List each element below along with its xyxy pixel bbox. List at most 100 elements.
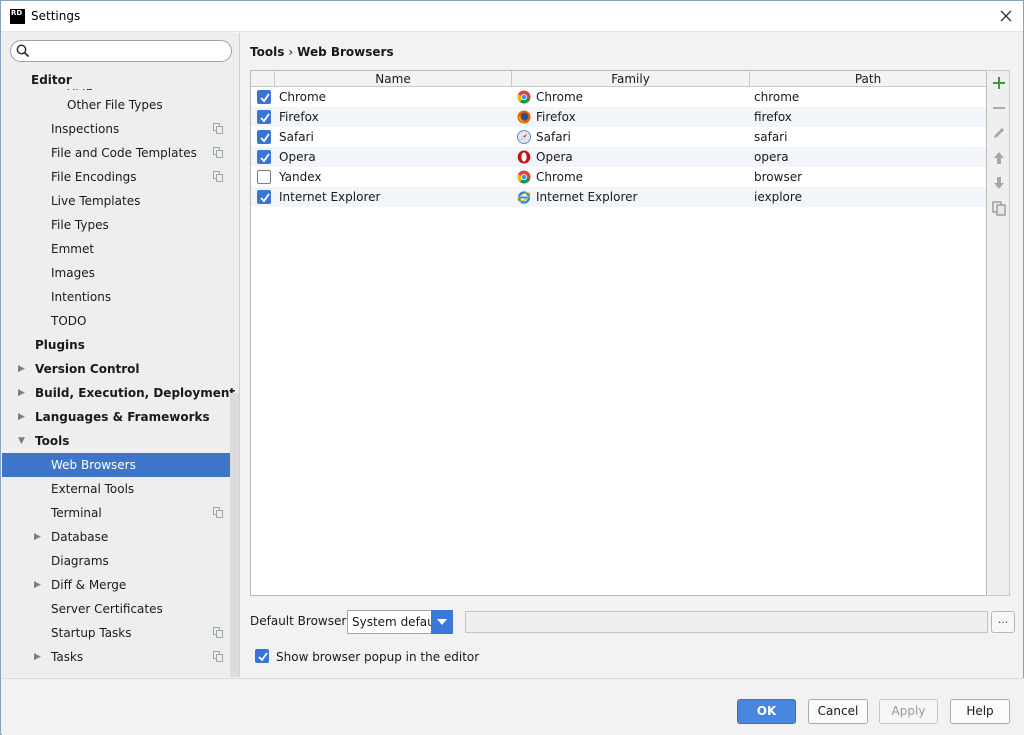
table-row[interactable]: Safari Safari safari (251, 127, 986, 147)
browser-path-cell[interactable]: opera (754, 147, 789, 167)
sidebar-item-file-and-code-templates[interactable]: File and Code Templates (2, 141, 239, 165)
column-header-path[interactable]: Path (750, 71, 986, 87)
sidebar-item-external-tools[interactable]: External Tools (2, 477, 239, 501)
browser-active-checkbox[interactable] (257, 190, 271, 204)
browser-family-cell[interactable]: Internet Explorer (536, 187, 637, 207)
sidebar-item-languages-frameworks[interactable]: ▶ Languages & Frameworks (2, 405, 239, 429)
table-toolbar (988, 70, 1010, 596)
sidebar-item-label: Startup Tasks (51, 626, 132, 640)
sidebar-item-terminal[interactable]: Terminal (2, 501, 239, 525)
column-header-family[interactable]: Family (512, 71, 750, 87)
sidebar-item-file-types[interactable]: File Types (2, 213, 239, 237)
browser-path-cell[interactable]: iexplore (754, 187, 802, 207)
browser-path-cell[interactable]: chrome (754, 87, 799, 107)
collapsed-arrow-icon[interactable]: ▶ (34, 573, 41, 597)
default-browser-select[interactable]: System default (347, 610, 453, 634)
sidebar-item-startup-tasks[interactable]: Startup Tasks (2, 621, 239, 645)
cancel-button[interactable]: Cancel (808, 699, 868, 724)
title-bar: RD Settings (1, 1, 1023, 32)
sidebar-item-version-control[interactable]: ▶ Version Control (2, 357, 239, 381)
collapsed-arrow-icon[interactable]: ▶ (34, 525, 41, 549)
copy-icon[interactable] (991, 200, 1007, 216)
sidebar-item-web-browsers[interactable]: Web Browsers (2, 453, 239, 477)
show-popup-label[interactable]: Show browser popup in the editor (276, 649, 479, 665)
browser-name-cell[interactable]: Safari (279, 127, 314, 147)
sidebar-item-database[interactable]: ▶ Database (2, 525, 239, 549)
browser-family-cell[interactable]: Opera (536, 147, 573, 167)
remove-icon[interactable] (991, 100, 1007, 116)
browser-name-cell[interactable]: Opera (279, 147, 316, 167)
sidebar-item-label: Emmet (51, 242, 95, 256)
sidebar-item-label: Intentions (51, 290, 112, 304)
dialog-footer: OK Cancel Apply Help (2, 678, 1024, 735)
collapsed-arrow-icon[interactable]: ▶ (18, 357, 25, 381)
show-popup-checkbox[interactable] (255, 649, 269, 663)
table-row[interactable]: Firefox Firefox firefox (251, 107, 986, 127)
apply-button[interactable]: Apply (879, 699, 938, 724)
sidebar-item-label: Other File Types (67, 98, 163, 112)
browser-path-cell[interactable]: firefox (754, 107, 792, 127)
sidebar-item-diff-merge[interactable]: ▶ Diff & Merge (2, 573, 239, 597)
firefox-icon (517, 110, 531, 124)
chrome-icon (517, 90, 531, 104)
sidebar-item-diagrams[interactable]: Diagrams (2, 549, 239, 573)
edit-icon[interactable] (991, 125, 1007, 141)
column-header-name[interactable]: Name (275, 71, 512, 87)
table-row[interactable]: Internet Explorer Internet Explorer iexplo… (251, 187, 986, 207)
sidebar-item-inspections[interactable]: Inspections (2, 117, 239, 141)
search-input[interactable] (10, 40, 232, 62)
table-header: Name Family Path (251, 71, 986, 87)
sidebar-item-tools[interactable]: ▼ Tools (2, 429, 239, 453)
help-button[interactable]: Help (950, 699, 1010, 724)
sidebar-item-live-templates[interactable]: Live Templates (2, 189, 239, 213)
add-icon[interactable] (991, 75, 1007, 91)
browser-family-cell[interactable]: Safari (536, 127, 571, 147)
sidebar-item-server-certificates[interactable]: Server Certificates (2, 597, 239, 621)
sidebar-item-todo[interactable]: TODO (2, 309, 239, 333)
move-up-icon[interactable] (991, 150, 1007, 166)
browser-active-checkbox[interactable] (257, 110, 271, 124)
browser-active-checkbox[interactable] (257, 170, 271, 184)
browser-path-field[interactable] (465, 611, 988, 633)
sidebar-item-build-execution-deployment[interactable]: ▶ Build, Execution, Deployment (2, 381, 239, 405)
browser-name-cell[interactable]: Internet Explorer (279, 187, 380, 207)
browse-button[interactable]: ... (991, 611, 1015, 633)
sidebar-item-emmet[interactable]: Emmet (2, 237, 239, 261)
browser-active-checkbox[interactable] (257, 130, 271, 144)
collapsed-arrow-icon[interactable]: ▶ (18, 405, 25, 429)
close-button[interactable] (995, 5, 1017, 27)
project-scope-icon (213, 627, 223, 638)
browser-name-cell[interactable]: Chrome (279, 87, 326, 107)
table-row[interactable]: Opera Opera opera (251, 147, 986, 167)
collapsed-arrow-icon[interactable]: ▶ (34, 645, 41, 669)
table-row[interactable]: Chrome Chrome chrome (251, 87, 986, 107)
browser-family-cell[interactable]: Firefox (536, 107, 576, 127)
browser-active-checkbox[interactable] (257, 150, 271, 164)
sidebar-item-intentions[interactable]: Intentions (2, 285, 239, 309)
table-row[interactable]: Yandex Chrome browser (251, 167, 986, 187)
ok-button[interactable]: OK (737, 699, 796, 724)
sidebar-item-file-encodings[interactable]: File Encodings (2, 165, 239, 189)
browser-family-cell[interactable]: Chrome (536, 87, 583, 107)
sidebar-item-plugins[interactable]: Plugins (2, 333, 239, 357)
chevron-down-icon[interactable] (431, 610, 453, 634)
sidebar-item-label: Plugins (35, 338, 85, 352)
browser-path-cell[interactable]: safari (754, 127, 787, 147)
sidebar-item-tasks[interactable]: ▶ Tasks (2, 645, 239, 669)
sidebar-scrollbar[interactable] (230, 393, 239, 677)
sidebar-item-other-file-types[interactable]: Other File Types (2, 93, 239, 117)
browser-active-checkbox[interactable] (257, 90, 271, 104)
browser-name-cell[interactable]: Firefox (279, 107, 319, 127)
browser-family-cell[interactable]: Chrome (536, 167, 583, 187)
browser-name-cell[interactable]: Yandex (279, 167, 322, 187)
sidebar-item-label: File and Code Templates (51, 146, 197, 160)
sidebar-item-label: Database (51, 530, 109, 544)
web-browsers-panel: Tools › Web Browsers Name Family Path Chro… (241, 33, 1024, 677)
sidebar-item-images[interactable]: Images (2, 261, 239, 285)
browser-path-cell[interactable]: browser (754, 167, 802, 187)
collapsed-arrow-icon[interactable]: ▶ (18, 381, 25, 405)
expanded-arrow-icon[interactable]: ▼ (18, 429, 25, 453)
move-down-icon[interactable] (991, 175, 1007, 191)
sidebar-section-editor[interactable]: Editor (2, 71, 230, 89)
chrome-icon (517, 170, 531, 184)
